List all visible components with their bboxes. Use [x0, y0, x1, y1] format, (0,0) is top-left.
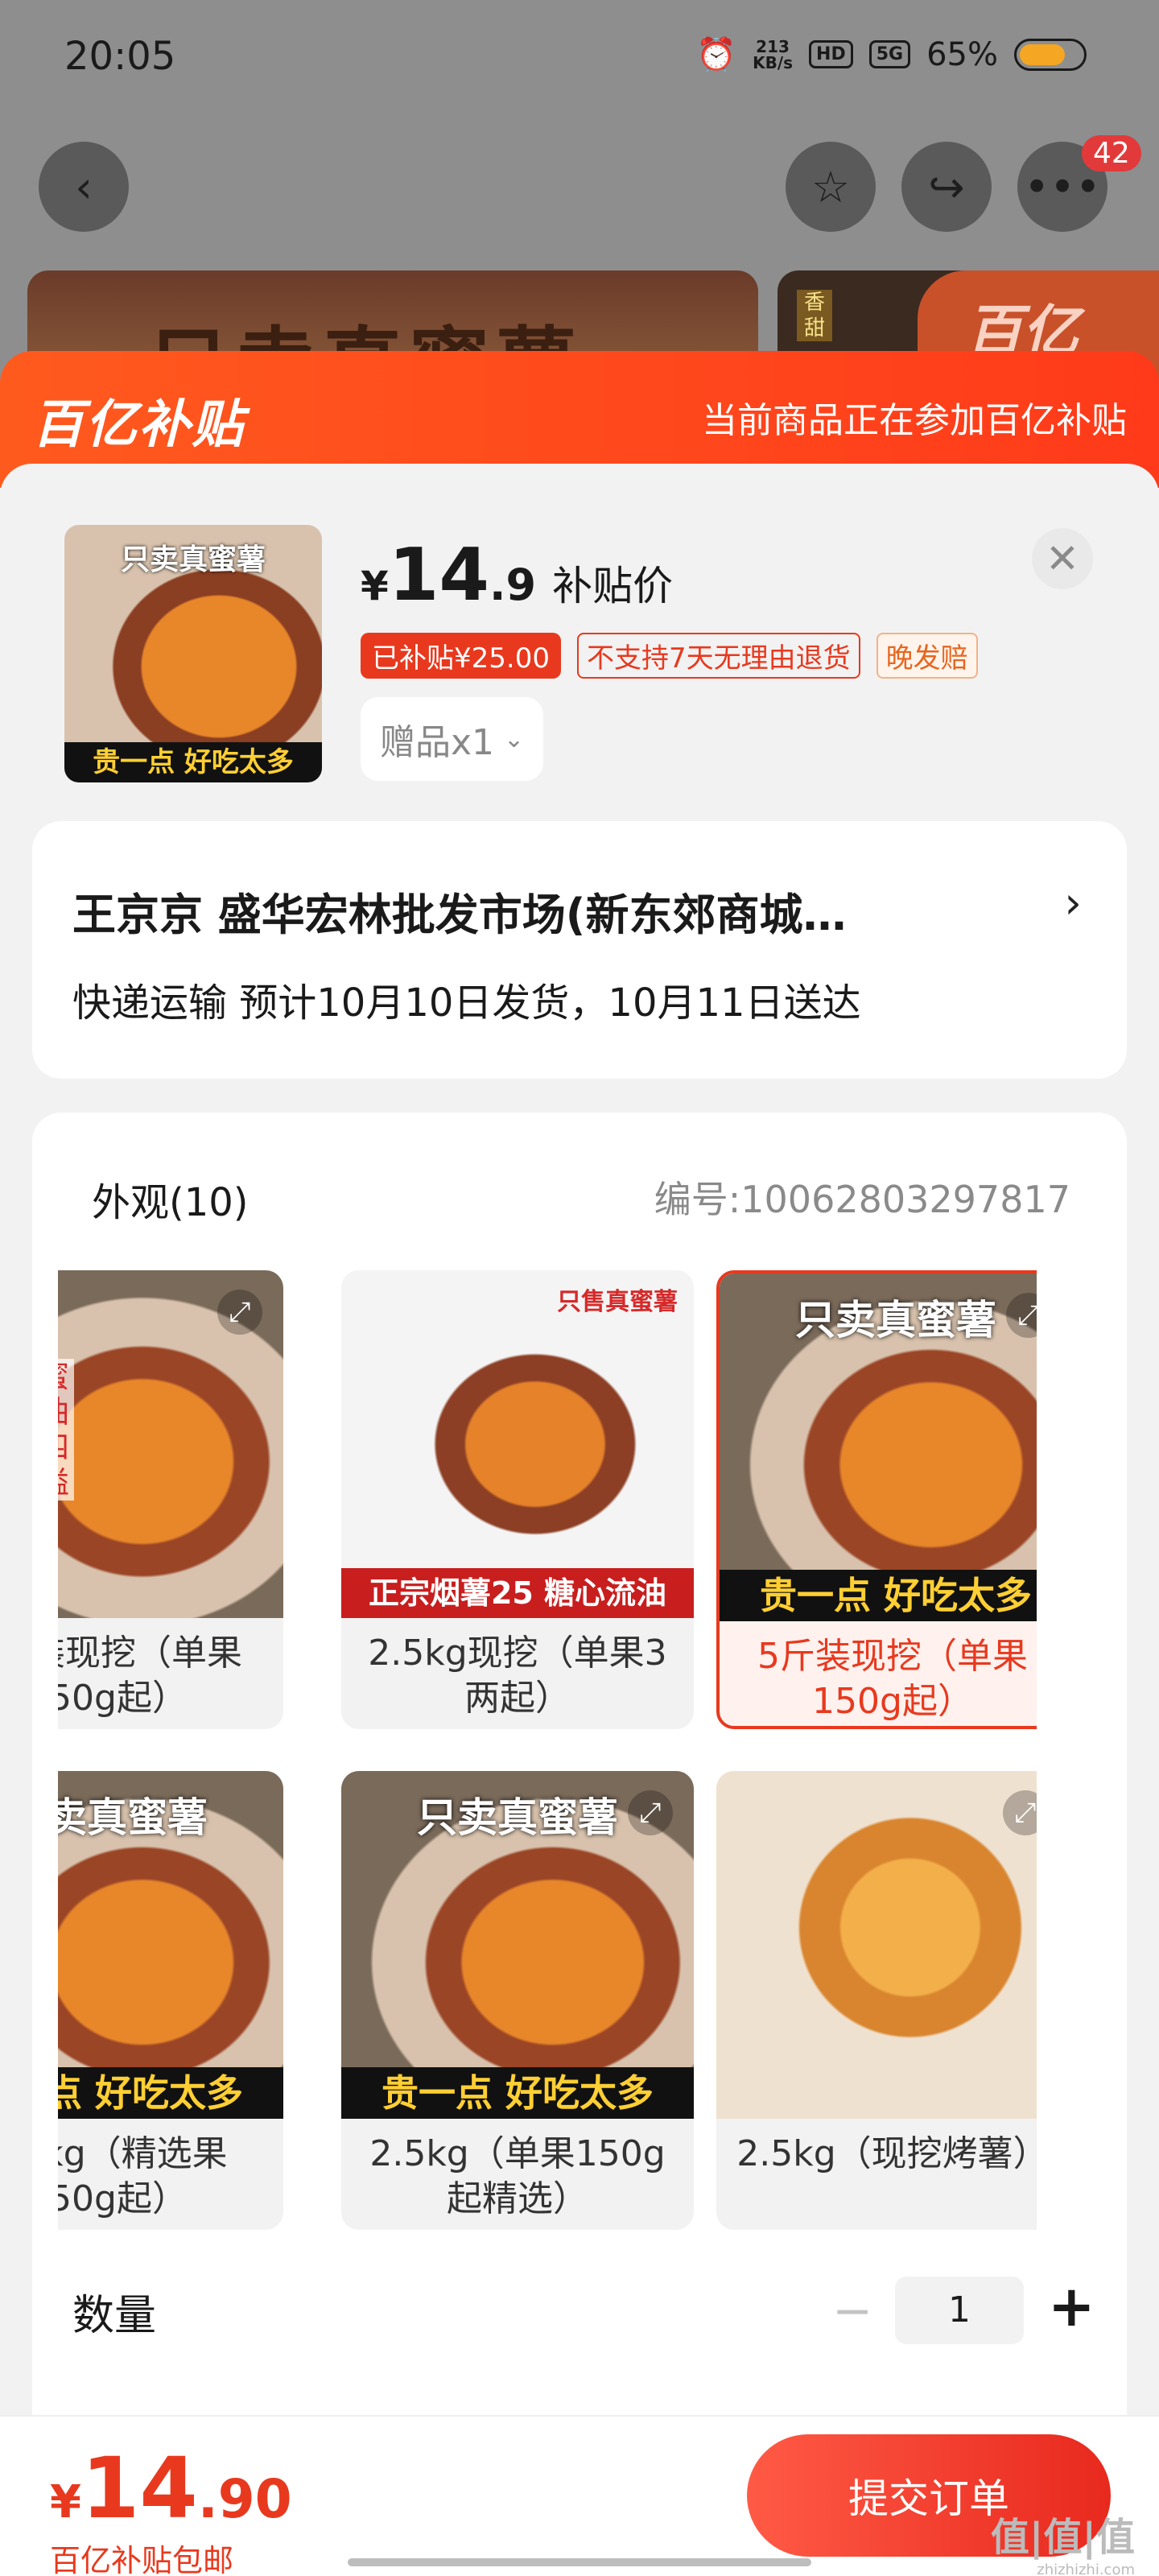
- option-image: 只售真蜜薯 正宗烟薯25 糖心流油: [341, 1270, 694, 1618]
- overlay-bottom-text: 贵一点 好吃太多: [341, 2067, 694, 2119]
- network-speed: 213 KB/s: [753, 39, 793, 71]
- battery-percent: 65%: [926, 35, 998, 73]
- option-caption: 5斤装现挖（单果150g起）: [757, 1636, 1028, 1722]
- back-button[interactable]: ‹: [39, 142, 129, 232]
- late-compensation-tag: 晚发赔: [876, 633, 978, 679]
- watermark: 值|值|值 zhizhizhi.com: [991, 2505, 1135, 2576]
- footer-currency: ¥: [50, 2476, 81, 2529]
- star-icon: ☆: [810, 161, 851, 213]
- chevron-right-icon: ›: [1064, 877, 1082, 928]
- option-image: 只卖真蜜薯 ⤢ 贵一点 好吃太多: [720, 1274, 1037, 1621]
- overlay-top-text: 只售真蜜薯: [557, 1288, 678, 1316]
- overlay-top-text: 只卖真蜜薯: [795, 1297, 996, 1344]
- message-badge: 42: [1082, 135, 1141, 171]
- favorite-button[interactable]: ☆: [786, 142, 876, 232]
- thumb-bottom-text: 贵一点 好吃太多: [64, 742, 322, 782]
- option-caption: 2.5kg（单果150g起精选）: [369, 2133, 666, 2219]
- subsidy-tag: 已补贴¥25.00: [361, 633, 561, 679]
- spec-title: 外观(10): [92, 1180, 249, 1225]
- overlay-bottom-text: 正宗烟薯25 糖心流油: [341, 1568, 694, 1618]
- banner-tag: 香甜: [797, 290, 832, 341]
- product-code: 编号:10062803297817: [654, 1178, 1070, 1221]
- currency-symbol: ¥: [361, 563, 389, 609]
- delivery-estimate: 快递运输 预计10月10日发货，10月11日送达: [72, 980, 861, 1026]
- expand-icon[interactable]: ⤢: [1003, 1790, 1037, 1835]
- option-caption: 2.5kg（精选果150g起）: [58, 2133, 228, 2219]
- status-bar: 20:05 ⏰ 213 KB/s HD 5G 65%: [0, 0, 1159, 121]
- spec-row-1: 蜜油四溢 ⤢ 5斤装现挖（单果150g起） 只售真蜜薯 正宗烟薯25 糖心流油 …: [58, 1270, 1037, 1732]
- status-time: 20:05: [64, 34, 176, 79]
- address-line: 王京京 盛华宏林批发市场(新东郊商城…: [72, 890, 847, 940]
- product-tags: 已补贴¥25.00 不支持7天无理由退货 晚发赔: [361, 633, 978, 679]
- share-icon: ↪: [928, 161, 965, 213]
- watermark-text: 值|值|值: [990, 2515, 1135, 2560]
- home-indicator[interactable]: [348, 2558, 811, 2566]
- quantity-label: 数量: [72, 2292, 157, 2340]
- spec-option-selected[interactable]: 只卖真蜜薯 ⤢ 贵一点 好吃太多 5斤装现挖（单果150g起）: [716, 1270, 1037, 1729]
- spec-row-2: 只卖真蜜薯 贵一点 好吃太多 2.5kg（精选果150g起） 只卖真蜜薯 ⤢ 贵…: [58, 1771, 1037, 2233]
- close-button[interactable]: ✕: [1032, 528, 1093, 589]
- price-integer: 14: [388, 533, 490, 617]
- network-type: 5G: [868, 40, 911, 68]
- spec-option[interactable]: 蜜油四溢 ⤢ 5斤装现挖（单果150g起）: [58, 1270, 283, 1729]
- quantity-input[interactable]: 1: [895, 2277, 1024, 2344]
- thumb-top-text: 只卖真蜜薯: [120, 543, 266, 576]
- footer-price-integer: 14: [80, 2439, 198, 2537]
- overlay-top-text: 只卖真蜜薯: [58, 1794, 208, 1841]
- speed-unit: KB/s: [753, 52, 794, 72]
- spec-option[interactable]: ⤢ 2.5kg（现挖烤薯）: [716, 1771, 1037, 2230]
- gift-label: 赠品x1: [380, 722, 495, 763]
- quantity-decrease-button[interactable]: −: [832, 2283, 872, 2339]
- footer-price-decimal: .90: [197, 2468, 292, 2530]
- overlay-bottom-text: 贵一点 好吃太多: [720, 1570, 1037, 1621]
- option-caption: 5斤装现挖（单果150g起）: [58, 1633, 242, 1719]
- shipping-note: 百亿补贴包邮: [50, 2543, 234, 2576]
- quantity-increase-button[interactable]: +: [1048, 2278, 1095, 2334]
- spec-option[interactable]: 只卖真蜜薯 ⤢ 贵一点 好吃太多 2.5kg（单果150g起精选）: [341, 1771, 694, 2230]
- gift-selector[interactable]: 赠品x1 ⌄: [361, 697, 544, 781]
- price-label: 补贴价: [552, 563, 674, 609]
- watermark-sub: zhizhizhi.com: [1037, 2562, 1135, 2576]
- battery-icon: [1014, 38, 1087, 71]
- chevron-down-icon: ⌄: [504, 724, 525, 753]
- spec-option[interactable]: 只卖真蜜薯 贵一点 好吃太多 2.5kg（精选果150g起）: [58, 1771, 283, 2230]
- product-thumbnail[interactable]: 只卖真蜜薯 贵一点 好吃太多: [64, 525, 322, 782]
- price-decimal: .9: [489, 559, 537, 610]
- hd-indicator: HD: [809, 40, 853, 68]
- option-image: 蜜油四溢 ⤢: [58, 1270, 283, 1618]
- promo-brand: 百亿补贴: [32, 395, 245, 455]
- option-caption: 2.5kg（现挖烤薯）: [736, 2133, 1037, 2174]
- no-return-tag: 不支持7天无理由退货: [576, 633, 860, 679]
- expand-icon[interactable]: ⤢: [217, 1290, 262, 1335]
- share-button[interactable]: ↪: [901, 142, 992, 232]
- close-icon: ✕: [1046, 535, 1079, 582]
- total-price: ¥ 14 .90: [50, 2439, 292, 2537]
- option-image: 只卖真蜜薯 贵一点 好吃太多: [58, 1771, 283, 2119]
- price-row: ¥ 14 .9 补贴价: [361, 533, 673, 617]
- option-image: ⤢: [716, 1771, 1037, 2119]
- alarm-icon: ⏰: [696, 36, 737, 73]
- overlay-vertical-text: 蜜油四溢: [58, 1359, 74, 1501]
- more-dots-icon: •••: [1024, 161, 1101, 213]
- option-caption: 2.5kg现挖（单果3两起）: [368, 1633, 667, 1719]
- option-image: 只卖真蜜薯 ⤢ 贵一点 好吃太多: [341, 1771, 694, 2119]
- overlay-bottom-text: 贵一点 好吃太多: [58, 2067, 283, 2119]
- chevron-left-icon: ‹: [75, 161, 93, 213]
- address-card[interactable]: 王京京 盛华宏林批发市场(新东郊商城… › 快递运输 预计10月10日发货，10…: [32, 821, 1127, 1079]
- expand-icon[interactable]: ⤢: [628, 1790, 673, 1835]
- spec-option[interactable]: 只售真蜜薯 正宗烟薯25 糖心流油 2.5kg现挖（单果3两起）: [341, 1270, 694, 1729]
- promo-note: 当前商品正在参加百亿补贴: [702, 400, 1127, 441]
